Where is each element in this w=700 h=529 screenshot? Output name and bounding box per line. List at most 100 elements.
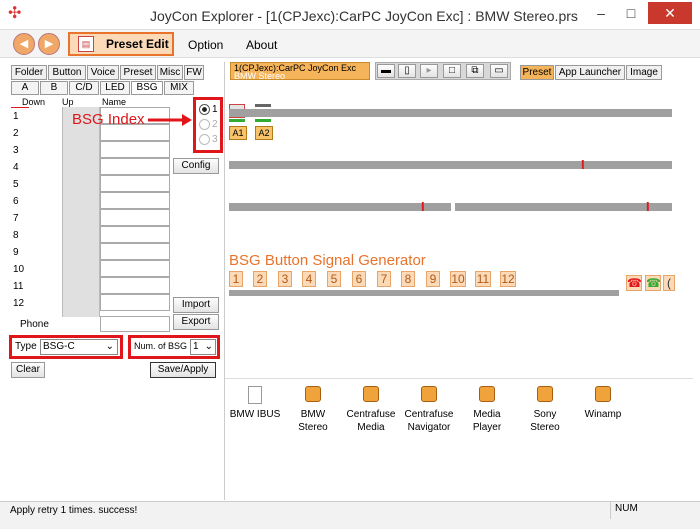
speaker-icon[interactable] bbox=[421, 386, 437, 402]
name-field[interactable] bbox=[100, 294, 170, 311]
back-icon[interactable]: ◀ bbox=[13, 33, 35, 55]
preset-sony-stereo-label[interactable]: Sony Stereo bbox=[521, 408, 569, 434]
import-button[interactable]: Import bbox=[173, 297, 219, 313]
toolbar-icon-1[interactable]: ▬ bbox=[377, 64, 395, 78]
maximize-button[interactable]: □ bbox=[616, 3, 646, 25]
a2-button[interactable]: A2 bbox=[255, 126, 273, 140]
table-row[interactable]: 2 bbox=[11, 125, 61, 142]
signal-marker-icon[interactable]: I bbox=[421, 199, 425, 214]
num-bsg-select[interactable]: 1 ⌄ bbox=[190, 339, 216, 355]
device-tab[interactable]: 1(CPJexc):CarPC JoyCon Exc BMW Stereo bbox=[230, 62, 370, 81]
table-row[interactable]: 10 bbox=[11, 261, 61, 278]
table-row[interactable]: 4 bbox=[11, 159, 61, 176]
name-field[interactable] bbox=[100, 175, 170, 192]
tab-a[interactable]: A bbox=[11, 81, 39, 95]
table-row[interactable]: 6 bbox=[11, 193, 61, 210]
config-button[interactable]: Config bbox=[173, 158, 219, 174]
preset-bmw-ibus-label[interactable]: BMW IBUS bbox=[228, 408, 282, 421]
bsg-button-12[interactable]: 12 bbox=[500, 271, 516, 287]
call-icon[interactable]: ☎ bbox=[645, 275, 661, 291]
preset-label-line1: BMW IBUS bbox=[229, 409, 281, 420]
play-icon[interactable]: ▸ bbox=[420, 64, 438, 78]
menu-about[interactable]: About bbox=[246, 38, 277, 52]
document-icon[interactable] bbox=[248, 386, 262, 404]
tab-button[interactable]: Button bbox=[48, 65, 86, 80]
tab-voice[interactable]: Voice bbox=[87, 65, 119, 80]
table-row[interactable]: 1 bbox=[11, 108, 61, 125]
bsg-button-9[interactable]: 9 bbox=[426, 271, 440, 287]
preset-centrafuse-media-label[interactable]: Centrafuse Media bbox=[343, 408, 399, 434]
bsg-index-radio-2[interactable] bbox=[199, 119, 210, 130]
table-row[interactable]: 9 bbox=[11, 244, 61, 261]
a1-button[interactable]: A1 bbox=[229, 126, 247, 140]
name-field[interactable] bbox=[100, 226, 170, 243]
monitor-icon[interactable]: ▭ bbox=[490, 64, 508, 78]
speaker-icon[interactable] bbox=[363, 386, 379, 402]
preset-label-line1: Centrafuse bbox=[404, 409, 454, 420]
tab-misc[interactable]: Misc bbox=[157, 65, 183, 80]
speaker-icon[interactable] bbox=[537, 386, 553, 402]
table-row[interactable]: 7 bbox=[11, 210, 61, 227]
speaker-icon[interactable] bbox=[305, 386, 321, 402]
preset-winamp-label[interactable]: Winamp bbox=[578, 408, 628, 421]
table-row[interactable]: 3 bbox=[11, 142, 61, 159]
bsg-button-4[interactable]: 4 bbox=[302, 271, 316, 287]
window-title: JoyCon Explorer - [1(CPJexc):CarPC JoyCo… bbox=[150, 8, 578, 24]
name-field[interactable] bbox=[100, 192, 170, 209]
name-field[interactable] bbox=[100, 158, 170, 175]
tab-mix[interactable]: MIX bbox=[164, 81, 194, 95]
phone-handset-icon[interactable]: ( bbox=[663, 275, 675, 291]
tab-folder[interactable]: Folder bbox=[11, 65, 47, 80]
bsg-button-10[interactable]: 10 bbox=[450, 271, 466, 287]
bsg-button-6[interactable]: 6 bbox=[352, 271, 366, 287]
name-field[interactable] bbox=[100, 209, 170, 226]
speaker-icon[interactable] bbox=[595, 386, 611, 402]
save-apply-button[interactable]: Save/Apply bbox=[150, 362, 216, 378]
tab-led[interactable]: LED bbox=[100, 81, 130, 95]
table-row[interactable]: 8 bbox=[11, 227, 61, 244]
tab-bsg[interactable]: BSG bbox=[131, 81, 163, 95]
name-field[interactable] bbox=[100, 141, 170, 158]
name-field[interactable] bbox=[100, 243, 170, 260]
name-field[interactable] bbox=[100, 277, 170, 294]
bsg-button-5[interactable]: 5 bbox=[327, 271, 341, 287]
hangup-icon[interactable]: ☎ bbox=[626, 275, 642, 291]
tab-b[interactable]: B bbox=[40, 81, 68, 95]
bsg-button-11[interactable]: 11 bbox=[475, 271, 491, 287]
pane-divider[interactable] bbox=[224, 62, 225, 500]
tab-preset[interactable]: Preset bbox=[120, 65, 156, 80]
bsg-button-8[interactable]: 8 bbox=[401, 271, 415, 287]
tab-image[interactable]: Image bbox=[626, 65, 662, 80]
bsg-index-radio-1[interactable] bbox=[199, 104, 210, 115]
signal-marker-icon[interactable]: I bbox=[581, 157, 585, 172]
bsg-button-3[interactable]: 3 bbox=[278, 271, 292, 287]
tab-preset-view[interactable]: Preset bbox=[520, 65, 554, 80]
table-row[interactable]: 5 bbox=[11, 176, 61, 193]
preset-bmw-stereo-label[interactable]: BMW Stereo bbox=[290, 408, 336, 434]
tab-app-launcher[interactable]: App Launcher bbox=[555, 65, 625, 80]
table-row[interactable]: 12 bbox=[11, 295, 61, 312]
minimize-button[interactable]: – bbox=[586, 3, 616, 25]
export-button[interactable]: Export bbox=[173, 314, 219, 330]
phone-name-field[interactable] bbox=[100, 316, 170, 332]
forward-icon[interactable]: ▶ bbox=[38, 33, 60, 55]
bsg-button-7[interactable]: 7 bbox=[377, 271, 391, 287]
table-row[interactable]: 11 bbox=[11, 278, 61, 295]
copy-icon[interactable]: ⧉ bbox=[466, 64, 484, 78]
clear-button[interactable]: Clear bbox=[11, 362, 45, 378]
window-icon[interactable]: □ bbox=[443, 64, 461, 78]
bsg-index-radio-3[interactable] bbox=[199, 134, 210, 145]
bsg-button-2[interactable]: 2 bbox=[253, 271, 267, 287]
document-icon[interactable]: ▯ bbox=[398, 64, 416, 78]
tab-cd[interactable]: C/D bbox=[69, 81, 99, 95]
signal-marker-icon[interactable]: I bbox=[646, 199, 650, 214]
preset-centrafuse-navigator-label[interactable]: Centrafuse Navigator bbox=[401, 408, 457, 434]
name-field[interactable] bbox=[100, 260, 170, 277]
preset-media-player-label[interactable]: Media Player bbox=[463, 408, 511, 434]
bsg-button-1[interactable]: 1 bbox=[229, 271, 243, 287]
close-button[interactable]: ✕ bbox=[648, 2, 692, 24]
tab-fw[interactable]: FW bbox=[184, 65, 204, 80]
menu-option[interactable]: Option bbox=[188, 38, 223, 52]
type-select[interactable]: BSG-C ⌄ bbox=[40, 339, 118, 355]
speaker-icon[interactable] bbox=[479, 386, 495, 402]
